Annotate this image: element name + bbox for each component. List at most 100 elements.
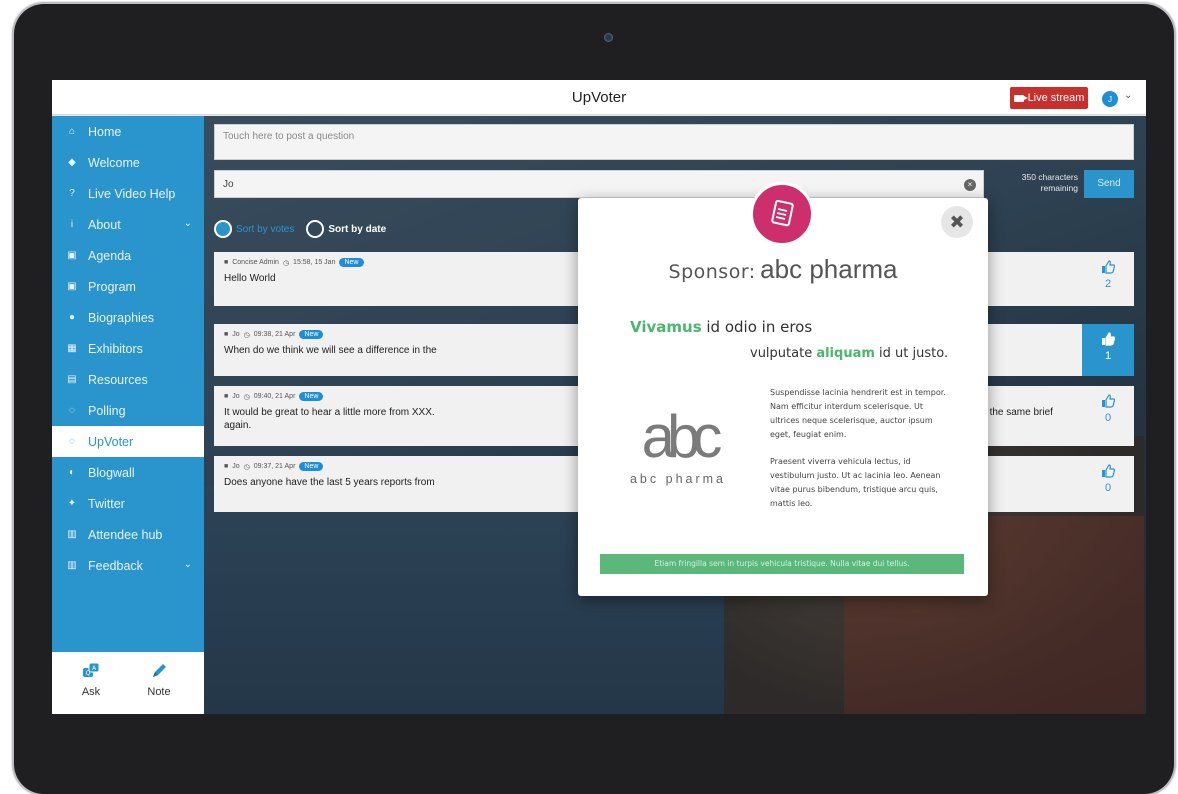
sidebar-item-feedback[interactable]: ▥ Feedback ⌄ — [52, 550, 204, 581]
sponsor-logo: abc abc pharma — [618, 402, 738, 486]
comment-icon: ◌ — [69, 436, 75, 447]
ask-button[interactable]: A Q Ask — [66, 662, 116, 698]
chars-remaining-suffix: remaining — [1040, 183, 1078, 193]
info-icon: i — [70, 219, 74, 230]
clock-icon: ◷ — [282, 259, 290, 267]
camera-dot — [604, 33, 613, 42]
vote-count: 1 — [1104, 350, 1112, 362]
svg-text:Q: Q — [86, 670, 91, 677]
help-icon: ? — [69, 188, 75, 199]
thumbs-up-icon — [1102, 332, 1115, 346]
modal-headline-1: Vivamus id odio in eros — [630, 318, 812, 336]
sort-options: Sort by votes Sort by date — [214, 220, 386, 238]
question-time: 15:58, 15 Jan — [293, 259, 336, 266]
sort-by-votes-option[interactable]: Sort by votes — [214, 220, 294, 238]
chevron-down-icon[interactable]: ⌄ — [184, 559, 192, 570]
sidebar-item-twitter[interactable]: ✦ Twitter — [52, 488, 204, 519]
chevron-down-icon[interactable]: ⌄ — [1124, 90, 1132, 101]
sidebar-item-upvoter[interactable]: ◌ UpVoter — [52, 426, 204, 457]
sidebar-item-label: Exhibitors — [88, 341, 143, 356]
question-author: Jo — [232, 463, 240, 470]
thumbs-up-icon — [1102, 464, 1115, 478]
sidebar-item-program[interactable]: ▣ Program — [52, 271, 204, 302]
sponsor-heading: Sponsor: abc pharma — [578, 254, 988, 285]
clear-icon[interactable]: × — [964, 179, 976, 191]
sidebar-item-attendee-hub[interactable]: ▥ Attendee hub — [52, 519, 204, 550]
headline-2-highlight: aliquam — [816, 346, 875, 361]
new-badge: New — [299, 330, 324, 339]
question-meta: ■ Jo ◷ 09:40, 21 Apr New — [224, 392, 324, 401]
sidebar-item-label: Biographies — [88, 310, 155, 325]
clock-icon: ◷ — [243, 463, 250, 471]
logo-mark: abc — [641, 403, 723, 470]
avatar[interactable]: J — [1101, 90, 1119, 108]
comments-icon: ◐ — [68, 467, 76, 478]
sidebar-item-polling[interactable]: ◌ Polling — [52, 395, 204, 426]
radio-unselected-icon[interactable] — [306, 220, 325, 238]
new-badge: New — [299, 462, 324, 471]
radio-selected-icon[interactable] — [214, 220, 232, 238]
sidebar-footer: A Q Ask Note — [52, 652, 204, 714]
headline-2-text-b: id ut justo. — [874, 346, 949, 361]
pencil-icon — [153, 664, 166, 677]
clock-icon: ◷ — [243, 393, 250, 401]
sidebar-item-home[interactable]: ⌂ Home — [52, 116, 204, 147]
video-camera-icon — [1013, 94, 1028, 102]
app-screen: UpVoter Live stream J ⌄ ⌂ Home ◆ Welcome? Li… — [52, 80, 1146, 714]
sort-by-date-option[interactable]: Sort by date — [306, 220, 386, 238]
send-button[interactable]: Send — [1084, 170, 1134, 198]
live-stream-button[interactable]: Live stream — [1010, 87, 1088, 109]
sidebar-item-resources[interactable]: ▤ Resources — [52, 364, 204, 395]
chevron-down-icon[interactable]: ⌄ — [184, 218, 192, 229]
note-label: Note — [147, 686, 171, 698]
sidebar-item-label: Agenda — [88, 248, 132, 263]
sidebar-item-about[interactable]: i About ⌄ — [52, 209, 204, 240]
main-content: Touch here to post a question Jo × 350 c… — [204, 116, 1146, 714]
sidebar-item-label: About — [88, 217, 121, 232]
sidebar-item-label: Twitter — [88, 496, 125, 511]
calendar-icon: ▣ — [67, 281, 77, 292]
chat-icon: ◌ — [69, 405, 75, 416]
upvote-button[interactable]: 0 — [1082, 386, 1134, 446]
chars-remaining: 350 characters — [1021, 172, 1078, 182]
live-stream-label: Live stream — [1027, 92, 1085, 104]
sidebar-item-label: Feedback — [88, 558, 143, 573]
sidebar-item-biographies[interactable]: ● Biographies — [52, 302, 204, 333]
close-icon: ✖ — [949, 212, 965, 232]
description-paragraph-1: Suspendisse lacinia hendrerit est in tem… — [770, 388, 946, 439]
clipboard-icon: ▥ — [67, 560, 77, 571]
sponsor-prefix: Sponsor: — [668, 261, 756, 283]
top-bar: UpVoter Live stream J ⌄ — [52, 80, 1146, 115]
sidebar-item-label: Live Video Help — [88, 186, 176, 201]
new-badge: New — [299, 392, 324, 401]
upvote-button[interactable]: 2 — [1082, 252, 1134, 306]
name-field[interactable]: Jo — [214, 170, 984, 198]
close-button[interactable]: ✖ — [941, 206, 973, 238]
thumbs-up-icon — [1102, 260, 1115, 274]
sidebar-item-live-video-help[interactable]: ? Live Video Help — [52, 178, 204, 209]
question-input[interactable]: Touch here to post a question — [214, 124, 1134, 160]
home-icon: ⌂ — [68, 126, 76, 137]
upvote-button[interactable]: 0 — [1082, 456, 1134, 512]
sidebar-item-agenda[interactable]: ▣ Agenda — [52, 240, 204, 271]
sidebar: ⌂ Home ◆ Welcome? Live Video Help i About ⌄ ▣ Age… — [52, 116, 204, 714]
sidebar-item-label: UpVoter — [88, 434, 134, 449]
vote-count: 0 — [1104, 482, 1112, 494]
clock-icon: ◷ — [243, 331, 250, 339]
question-meta: ■ Concise Admin ◷ 15:58, 15 Jan New — [224, 258, 364, 267]
sidebar-item-welcome[interactable]: ◆ Welcome — [52, 147, 204, 178]
sidebar-item-label: Resources — [88, 372, 148, 387]
vote-count: 0 — [1104, 412, 1112, 424]
description-paragraph-2: Praesent viverra vehicula lectus, id ves… — [770, 457, 941, 508]
sidebar-item-exhibitors[interactable]: ▦ Exhibitors — [52, 333, 204, 364]
ask-icon: A Q — [83, 662, 100, 677]
sidebar-item-blogwall[interactable]: ◐ Blogwall — [52, 457, 204, 488]
upvote-button[interactable]: 1 — [1082, 324, 1134, 376]
question-author: Jo — [232, 393, 240, 400]
new-badge: New — [339, 258, 364, 267]
sidebar-item-label: Attendee hub — [88, 527, 163, 542]
note-button[interactable]: Note — [134, 662, 184, 698]
vote-count: 2 — [1104, 278, 1112, 290]
sponsor-badge — [750, 182, 814, 246]
sponsor-modal: ✖ Sponsor: abc pharma Vivamus id odio in… — [578, 182, 988, 596]
